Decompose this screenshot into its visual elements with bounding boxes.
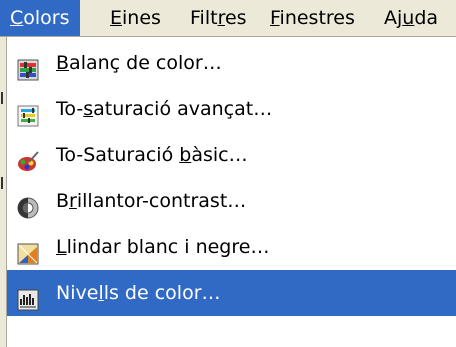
menu-item-label: Brillantor-contrast… [56, 190, 247, 212]
brightness-contrast-icon [17, 190, 39, 219]
menu-item-threshold[interactable]: Llindar blanc i negre… [7, 224, 456, 270]
menu-colors[interactable]: Colors [0, 0, 80, 36]
levels-icon [17, 282, 39, 311]
menu-bar: Colors Eines Filtres Finestres Ajuda [0, 0, 456, 37]
menu-ajuda-key: u [402, 7, 415, 29]
hue-saturation-basic-icon [17, 144, 39, 171]
colors-dropdown-menu: Balanç de color… To-saturació avançat… T… [6, 37, 456, 347]
menu-item-label: Llindar blanc i negre… [56, 236, 270, 258]
menu-item-label: To-saturació avançat… [56, 98, 273, 120]
menu-item-label: Balanç de color… [56, 52, 222, 74]
menu-filtres-post: es [224, 7, 247, 29]
menu-item-label: To-Saturació bàsic… [56, 144, 248, 166]
menu-filtres[interactable]: Filtres [180, 0, 257, 36]
menu-eines[interactable]: Eines [100, 0, 171, 36]
menu-finestres-post: inestres [279, 7, 355, 29]
menu-filtres-key: r [217, 7, 225, 29]
menu-eines-key: E [110, 7, 123, 29]
menu-filtres-pre: Filt [190, 7, 218, 29]
menu-colors-key: C [10, 7, 24, 29]
menu-eines-post: ines [122, 7, 161, 29]
menu-item-label: Nivells de color… [56, 282, 221, 304]
menu-ajuda[interactable]: Ajuda [374, 0, 448, 36]
color-balance-icon [17, 52, 39, 81]
threshold-icon [17, 236, 39, 265]
edge-mark [1, 92, 3, 104]
menu-item-color-balance[interactable]: Balanç de color… [7, 40, 456, 86]
hue-saturation-advanced-icon [17, 98, 39, 127]
menu-ajuda-post: da [414, 7, 439, 29]
menu-ajuda-pre: Aj [384, 7, 403, 29]
menu-finestres-key: F [270, 7, 280, 29]
menu-item-brightness-contrast[interactable]: Brillantor-contrast… [7, 178, 456, 224]
menu-item-hue-saturation-advanced[interactable]: To-saturació avançat… [7, 86, 456, 132]
menu-colors-post: olors [23, 7, 70, 29]
menu-item-levels[interactable]: Nivells de color… [7, 270, 456, 316]
menu-item-hue-saturation-basic[interactable]: To-Saturació bàsic… [7, 132, 456, 178]
edge-mark [1, 177, 3, 189]
menu-finestres[interactable]: Finestres [260, 0, 365, 36]
